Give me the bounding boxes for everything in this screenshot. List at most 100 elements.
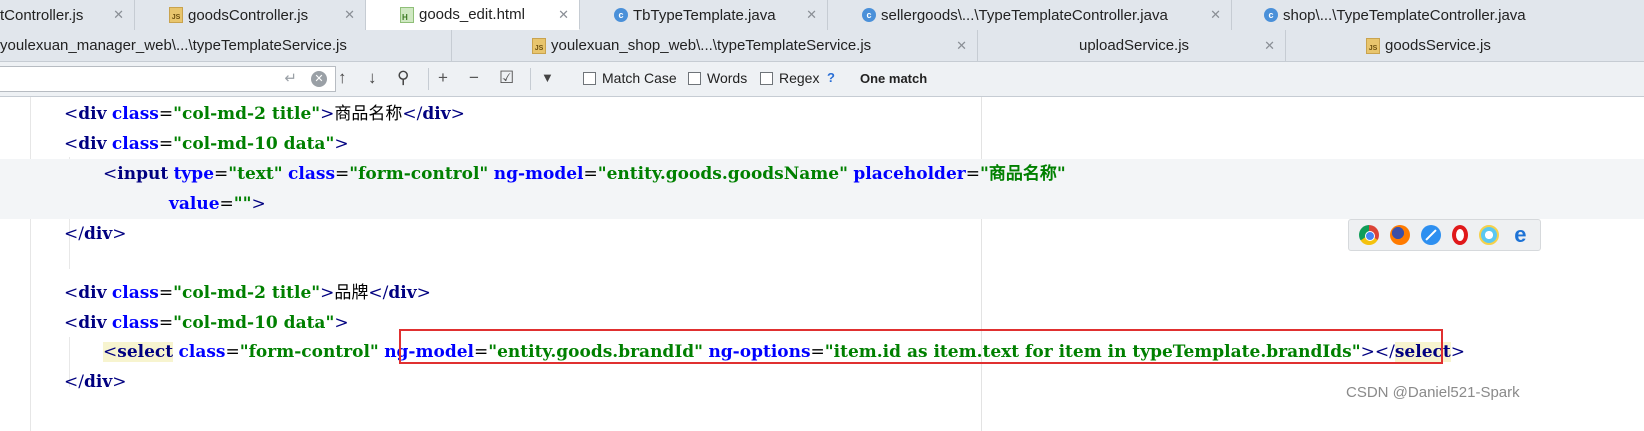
match-status: One match [860,71,928,86]
remove-selection-icon[interactable]: − [469,68,479,88]
class-file-icon: c [862,8,876,22]
close-icon[interactable]: ✕ [113,7,124,23]
code-attr: class [111,283,159,303]
edge-icon[interactable]: e [1510,224,1530,246]
editor-tabs-row-2: youlexuan_manager_web\...\typeTemplateSe… [0,30,1644,62]
filter-icon[interactable]: ▼ [541,68,554,88]
browser-preview-bar: e [1348,219,1541,251]
code-attr: class [288,164,336,184]
opera-icon[interactable] [1452,225,1469,245]
code-tag: div [78,283,107,303]
code-tag: div [78,134,107,154]
editor-tabs-row-1: tController.js ✕ JS goodsController.js ✕… [0,0,1644,31]
words-label: Words [707,70,748,86]
match-case-label: Match Case [602,70,677,86]
words-checkbox[interactable]: Words [688,70,747,86]
close-icon[interactable]: ✕ [1210,7,1221,23]
tab-label: shop\...\TypeTemplateController.java [1283,6,1526,24]
code-tag: div [83,224,113,244]
tab-label: sellergoods\...\TypeTemplateController.j… [881,6,1168,24]
tab-tcontroller[interactable]: tController.js ✕ [0,0,135,30]
tab-goodscontroller[interactable]: JS goodsController.js ✕ [135,0,366,30]
code-string: "col-md-10 data" [173,313,335,333]
regex-help-icon[interactable]: ? [827,70,835,85]
tab-label: goodsController.js [188,6,309,24]
code-attr: type [173,164,215,184]
clear-search-icon[interactable]: ✕ [311,71,327,87]
code-string: "col-md-2 title" [173,283,321,303]
code-attr: placeholder [853,164,966,184]
close-icon[interactable]: ✕ [1264,38,1275,54]
code-tag-matched: select [117,342,174,362]
tab-shop-typetemplatecontroller[interactable]: c shop\...\TypeTemplateController.java [1232,0,1644,30]
toolbar-separator [530,68,531,90]
code-string: "form-control" [239,342,379,362]
code-tag: div [83,372,113,392]
code-editor[interactable]: <div class="col-md-2 title">商品名称</div> <… [0,97,1644,431]
code-text: 品牌 [334,283,369,303]
js-file-icon: JS [532,37,546,54]
class-file-icon: c [614,8,628,22]
code-tag: div [78,313,107,333]
find-bar: ↵ ✕ ↑ ↓ ⚲ + − ☑ ▼ Match Case Words Regex… [0,62,1644,97]
close-icon[interactable]: ✕ [806,7,817,23]
code-tag: div [422,104,451,124]
firefox-icon[interactable] [1389,225,1410,245]
html-file-icon: H [400,6,414,23]
tab-shop-typetemplateservice[interactable]: JS youlexuan_shop_web\...\typeTemplateSe… [452,30,978,61]
tab-sellergoods-typetemplatecontroller[interactable]: c sellergoods\...\TypeTemplateController… [828,0,1232,30]
select-all-occurrences-icon[interactable]: ☑ [499,68,514,88]
code-string: "商品名称" [979,164,1066,184]
code-attr: class [178,342,226,362]
code-line-current: value=""> [0,189,1644,219]
enter-icon: ↵ [284,70,297,87]
tab-label: youlexuan_manager_web\...\typeTemplateSe… [0,37,347,54]
regex-checkbox[interactable]: Regex [760,70,819,86]
search-input[interactable]: ↵ ✕ [0,66,336,92]
tab-goods-edit-html[interactable]: H goods_edit.html ✕ [366,0,580,30]
js-file-icon: JS [1366,37,1380,54]
annotation-highlight-box [399,329,1443,364]
code-tag: div [388,283,417,303]
code-string: "col-md-10 data" [173,134,335,154]
previous-occurrence-icon[interactable]: ↑ [338,68,347,88]
code-string: "text" [228,164,283,184]
tab-tbtypetemplate-java[interactable]: c TbTypeTemplate.java ✕ [580,0,828,30]
close-icon[interactable]: ✕ [558,7,569,23]
code-line: <div class="col-md-2 title">品牌</div> [64,283,431,303]
code-string: "col-md-2 title" [173,104,321,124]
code-attr: ng-model [493,164,584,184]
checkbox-box [688,71,701,85]
code-line: <div class="col-md-2 title">商品名称</div> [64,104,465,124]
tab-label: youlexuan_shop_web\...\typeTemplateServi… [551,37,872,54]
tab-manager-typetemplateservice[interactable]: youlexuan_manager_web\...\typeTemplateSe… [0,30,452,61]
tab-uploadservice[interactable]: uploadService.js ✕ [978,30,1286,61]
class-file-icon: c [1264,8,1278,22]
regex-label: Regex [779,70,820,86]
code-line: <div class="col-md-10 data"> [64,134,349,154]
code-string: "entity.goods.goodsName" [597,164,848,184]
js-file-icon: JS [169,7,183,23]
tab-label: TbTypeTemplate.java [633,6,776,24]
match-case-checkbox[interactable]: Match Case [583,70,677,86]
code-tag: input [117,164,169,184]
tab-label: tController.js [0,6,84,24]
watermark: CSDN @Daniel521-Spark [1346,384,1520,401]
close-icon[interactable]: ✕ [956,38,967,54]
checkbox-box [583,71,596,85]
close-icon[interactable]: ✕ [344,7,355,23]
next-occurrence-icon[interactable]: ↓ [368,68,377,88]
code-string: "" [233,194,252,214]
code-tag: div [78,104,107,124]
code-attr: class [111,104,159,124]
code-attr: class [111,313,159,333]
tab-goodsservice[interactable]: JS goodsService.js [1286,30,1644,61]
safari-icon[interactable] [1420,225,1441,245]
find-all-icon[interactable]: ⚲ [397,68,409,88]
tab-label: goodsService.js [1385,37,1491,54]
code-text: 商品名称 [334,104,403,124]
add-selection-icon[interactable]: + [438,68,448,88]
chrome-icon[interactable] [1358,225,1379,245]
code-attr: value [169,194,220,214]
ie-icon[interactable] [1479,225,1500,245]
